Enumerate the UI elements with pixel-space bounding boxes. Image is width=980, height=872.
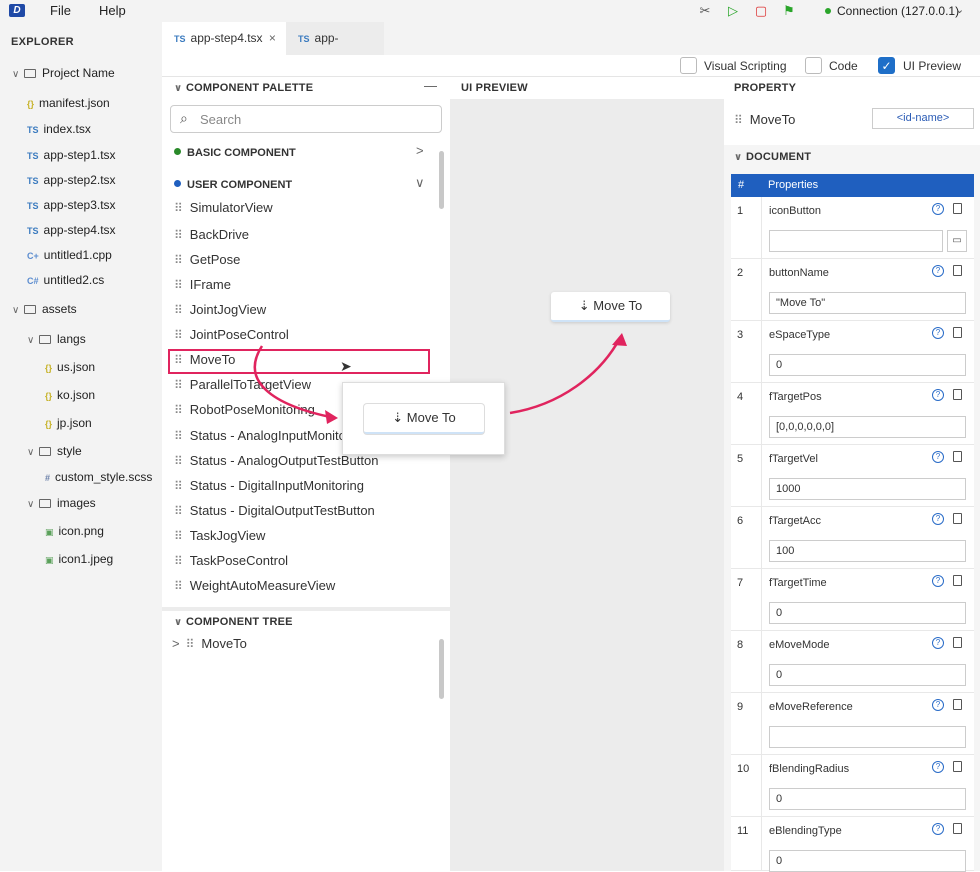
property-input[interactable]: 0	[769, 602, 966, 624]
property-input[interactable]: 0	[769, 788, 966, 810]
copy-icon[interactable]	[953, 513, 962, 524]
help-icon[interactable]: ?	[932, 451, 944, 463]
property-input[interactable]	[769, 726, 966, 748]
chevron-down-icon: ∨	[734, 152, 743, 163]
property-row: 10 fBlendingRadius? 0	[731, 755, 974, 817]
copy-icon[interactable]	[953, 761, 962, 772]
property-row: 9 eMoveReference?	[731, 693, 974, 755]
help-icon[interactable]: ?	[932, 575, 944, 587]
column-divider	[761, 197, 762, 871]
drag-arrow-2	[509, 337, 622, 415]
property-title: PROPERTY	[734, 82, 797, 94]
document-header[interactable]: ∨ DOCUMENT	[734, 146, 811, 168]
drag-arrow-1	[253, 345, 336, 420]
property-input[interactable]: 0	[769, 664, 966, 686]
folder-icon[interactable]: ▭	[947, 230, 967, 252]
copy-icon[interactable]	[953, 823, 962, 834]
property-input[interactable]: 0	[769, 850, 966, 872]
help-icon[interactable]: ?	[932, 637, 944, 649]
properties-table-header: # Properties	[731, 174, 974, 197]
property-input[interactable]: [0,0,0,0,0,0]	[769, 416, 966, 438]
help-icon[interactable]: ?	[932, 327, 944, 339]
help-icon[interactable]: ?	[932, 513, 944, 525]
property-header: PROPERTY	[724, 77, 980, 99]
copy-icon[interactable]	[953, 265, 962, 276]
help-icon[interactable]: ?	[932, 265, 944, 277]
drag-arrow-2-head	[612, 333, 627, 346]
copy-icon[interactable]	[953, 389, 962, 400]
property-panel: PROPERTY ⠿ MoveTo <id-name> ∨ DOCUMENT # P…	[724, 77, 980, 872]
property-row: 1 iconButton? ▭	[731, 197, 974, 259]
copy-icon[interactable]	[953, 203, 962, 214]
property-input[interactable]	[769, 230, 943, 252]
property-row: 7 fTargetTime? 0	[731, 569, 974, 631]
property-input[interactable]: 1000	[769, 478, 966, 500]
help-icon[interactable]: ?	[932, 699, 944, 711]
component-name: ⠿ MoveTo	[734, 112, 796, 127]
help-icon[interactable]: ?	[932, 389, 944, 401]
property-input[interactable]: 100	[769, 540, 966, 562]
copy-icon[interactable]	[953, 575, 962, 586]
property-input[interactable]: 0	[769, 354, 966, 376]
help-icon[interactable]: ?	[932, 823, 944, 835]
property-row: 8 eMoveMode? 0	[731, 631, 974, 693]
property-row: 6 fTargetAcc? 100	[731, 507, 974, 569]
copy-icon[interactable]	[953, 699, 962, 710]
property-input[interactable]: "Move To"	[769, 292, 966, 314]
drag-handle-icon: ⠿	[734, 113, 743, 127]
copy-icon[interactable]	[953, 451, 962, 462]
property-row: 3 eSpaceType? 0	[731, 321, 974, 383]
help-icon[interactable]: ?	[932, 203, 944, 215]
property-row: 2 buttonName? "Move To"	[731, 259, 974, 321]
drag-arrow-1-head	[325, 410, 338, 424]
copy-icon[interactable]	[953, 327, 962, 338]
property-row: 5 fTargetVel? 1000	[731, 445, 974, 507]
copy-icon[interactable]	[953, 637, 962, 648]
property-row: 11 eBlendingType? 0	[731, 817, 974, 872]
property-row: 4 fTargetPos? [0,0,0,0,0,0]	[731, 383, 974, 445]
id-name-input[interactable]: <id-name>	[872, 108, 974, 129]
help-icon[interactable]: ?	[932, 761, 944, 773]
